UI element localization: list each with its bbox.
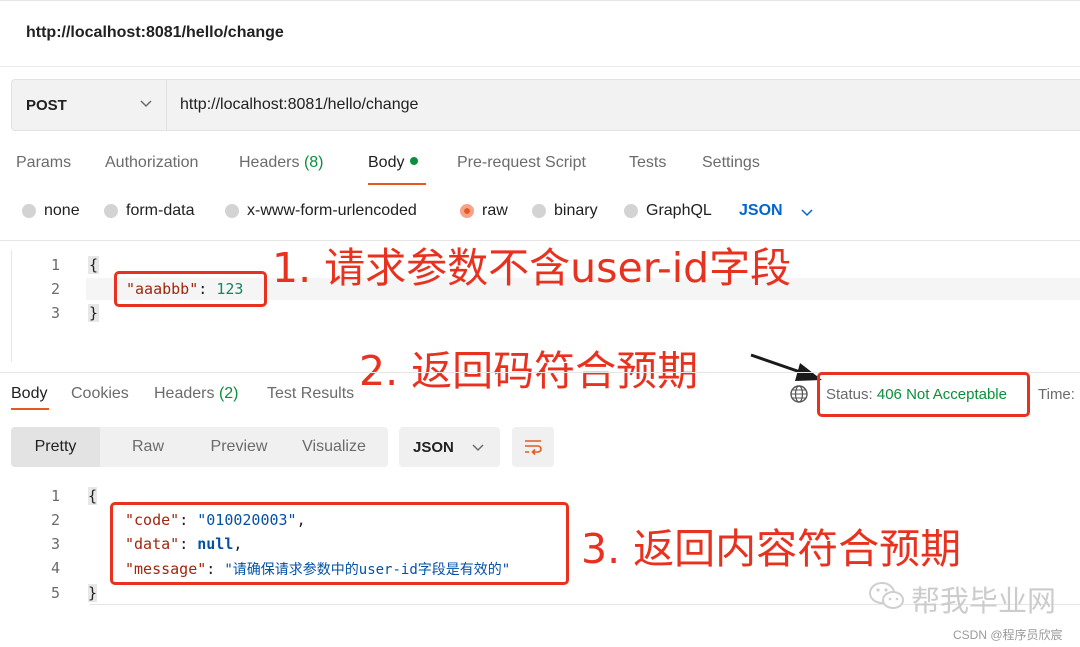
code-line[interactable]: { (88, 487, 98, 505)
radio-circle (104, 204, 118, 218)
csdn-watermark: CSDN @程序员欣宸 (953, 628, 1063, 642)
active-tab-underline (368, 183, 426, 185)
annotation-box-response (110, 502, 569, 585)
watermark-text: 帮我毕业网 (911, 584, 1057, 618)
tab-body[interactable]: Body (368, 154, 419, 172)
view-preview[interactable]: Preview (196, 427, 282, 467)
response-time-label: Time: (1038, 386, 1075, 403)
radio-binary[interactable]: binary (532, 202, 598, 220)
page-title: http://localhost:8081/hello/change (26, 24, 284, 41)
wrap-lines-icon (525, 440, 542, 456)
radio-label: GraphQL (646, 202, 712, 219)
active-tab-underline (11, 408, 49, 410)
line-number: 1 (50, 487, 60, 505)
response-tab-headers-label: Headers (154, 385, 215, 402)
radio-x-www-form-urlencoded[interactable]: x-www-form-urlencoded (225, 202, 417, 220)
response-tab-test-results[interactable]: Test Results (267, 385, 354, 403)
status-value: 406 Not Acceptable (876, 386, 1007, 403)
chevron-down-icon[interactable] (800, 205, 814, 219)
wrap-lines-button[interactable] (512, 427, 554, 467)
status-label: Status: (826, 386, 873, 403)
radio-circle-selected (460, 204, 474, 218)
view-visualize[interactable]: Visualize (282, 427, 386, 467)
tab-tests[interactable]: Tests (629, 154, 666, 172)
tab-authorization[interactable]: Authorization (105, 154, 198, 172)
request-bar: POST http://localhost:8081/hello/change (11, 79, 1080, 131)
body-format-select[interactable]: JSON (739, 202, 783, 220)
open-brace: { (88, 487, 98, 505)
chevron-down-icon (140, 100, 152, 108)
code-line[interactable]: } (88, 584, 98, 602)
open-brace: { (88, 256, 100, 274)
radio-label: none (44, 202, 80, 219)
wechat-icon (869, 582, 904, 609)
editor-border (11, 250, 12, 362)
view-pretty[interactable]: Pretty (11, 427, 100, 467)
response-format-select[interactable]: JSON (399, 427, 500, 467)
response-status: Status: 406 Not Acceptable (826, 386, 1007, 403)
tab-body-label: Body (368, 154, 405, 171)
chevron-down-icon (472, 444, 484, 452)
radio-label: binary (554, 202, 598, 219)
response-tab-headers[interactable]: Headers (2) (154, 385, 239, 403)
close-brace: } (88, 584, 98, 602)
method-select[interactable]: POST (12, 80, 167, 130)
tab-headers[interactable]: Headers (8) (239, 154, 324, 172)
annotation-3: 3. 返回内容符合预期 (581, 525, 962, 573)
top-border (0, 0, 1080, 1)
line-number: 4 (50, 559, 60, 577)
annotation-1: 1. 请求参数不含user-id字段 (272, 244, 792, 292)
radio-label: form-data (126, 202, 195, 219)
view-mode-toggle: Pretty Raw Preview Visualize (11, 427, 388, 467)
line-number: 5 (50, 584, 60, 602)
code-line[interactable]: { (88, 256, 100, 274)
line-number: 1 (50, 256, 60, 274)
tab-pre-request-script[interactable]: Pre-request Script (457, 154, 586, 172)
radio-label: raw (482, 202, 508, 219)
annotation-2: 2. 返回码符合预期 (359, 347, 699, 395)
radio-none[interactable]: none (22, 202, 80, 220)
radio-graphql[interactable]: GraphQL (624, 202, 712, 220)
view-raw[interactable]: Raw (100, 427, 196, 467)
radio-raw[interactable]: raw (460, 202, 508, 220)
response-tab-headers-count: (2) (218, 385, 239, 402)
code-line[interactable]: } (88, 304, 100, 322)
tab-headers-count: (8) (303, 154, 324, 171)
tab-settings[interactable]: Settings (702, 154, 760, 172)
line-number: 2 (50, 280, 60, 298)
radio-circle (532, 204, 546, 218)
response-format-label: JSON (413, 439, 454, 456)
response-tab-body[interactable]: Body (11, 385, 47, 403)
radio-label: x-www-form-urlencoded (247, 202, 417, 219)
method-label: POST (26, 97, 67, 114)
body-indicator-dot (410, 157, 419, 165)
tab-headers-label: Headers (239, 154, 300, 171)
annotation-box-request (114, 271, 267, 307)
tab-params[interactable]: Params (16, 154, 71, 172)
radio-circle (22, 204, 36, 218)
line-number: 2 (50, 511, 60, 529)
close-brace: } (88, 304, 100, 322)
radio-circle (624, 204, 638, 218)
line-number: 3 (50, 304, 60, 322)
globe-icon[interactable] (789, 384, 809, 404)
url-input[interactable]: http://localhost:8081/hello/change (180, 96, 418, 114)
radio-form-data[interactable]: form-data (104, 202, 194, 220)
title-divider (0, 66, 1080, 67)
radio-circle (225, 204, 239, 218)
line-number: 3 (50, 535, 60, 553)
response-tab-cookies[interactable]: Cookies (71, 385, 129, 403)
arrow-icon (750, 353, 822, 381)
